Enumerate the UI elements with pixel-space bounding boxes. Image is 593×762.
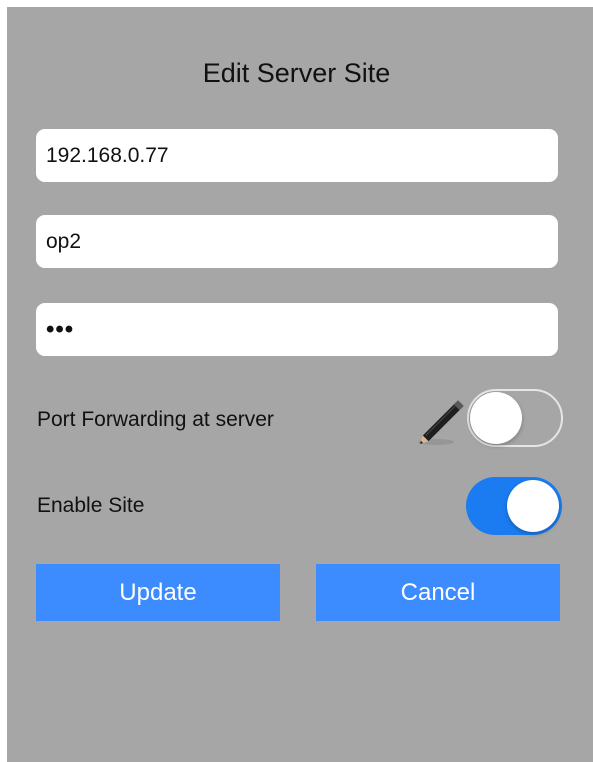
port-forwarding-toggle[interactable] xyxy=(467,389,563,447)
cancel-button[interactable]: Cancel xyxy=(316,564,560,621)
toggle-knob xyxy=(507,480,559,532)
dialog-title: Edit Server Site xyxy=(202,58,391,88)
password-input[interactable] xyxy=(46,315,548,344)
username-input[interactable] xyxy=(46,229,548,254)
username-field[interactable] xyxy=(36,215,558,268)
toggle-knob xyxy=(470,392,522,444)
port-forwarding-label: Port Forwarding at server xyxy=(37,408,274,431)
enable-site-label: Enable Site xyxy=(37,494,145,517)
enable-site-toggle[interactable] xyxy=(466,477,562,535)
host-input[interactable] xyxy=(46,143,548,168)
dialog-panel xyxy=(7,7,593,762)
pencil-icon[interactable] xyxy=(414,390,474,450)
password-field[interactable] xyxy=(36,303,558,356)
update-button[interactable]: Update xyxy=(36,564,280,621)
host-field[interactable] xyxy=(36,129,558,182)
